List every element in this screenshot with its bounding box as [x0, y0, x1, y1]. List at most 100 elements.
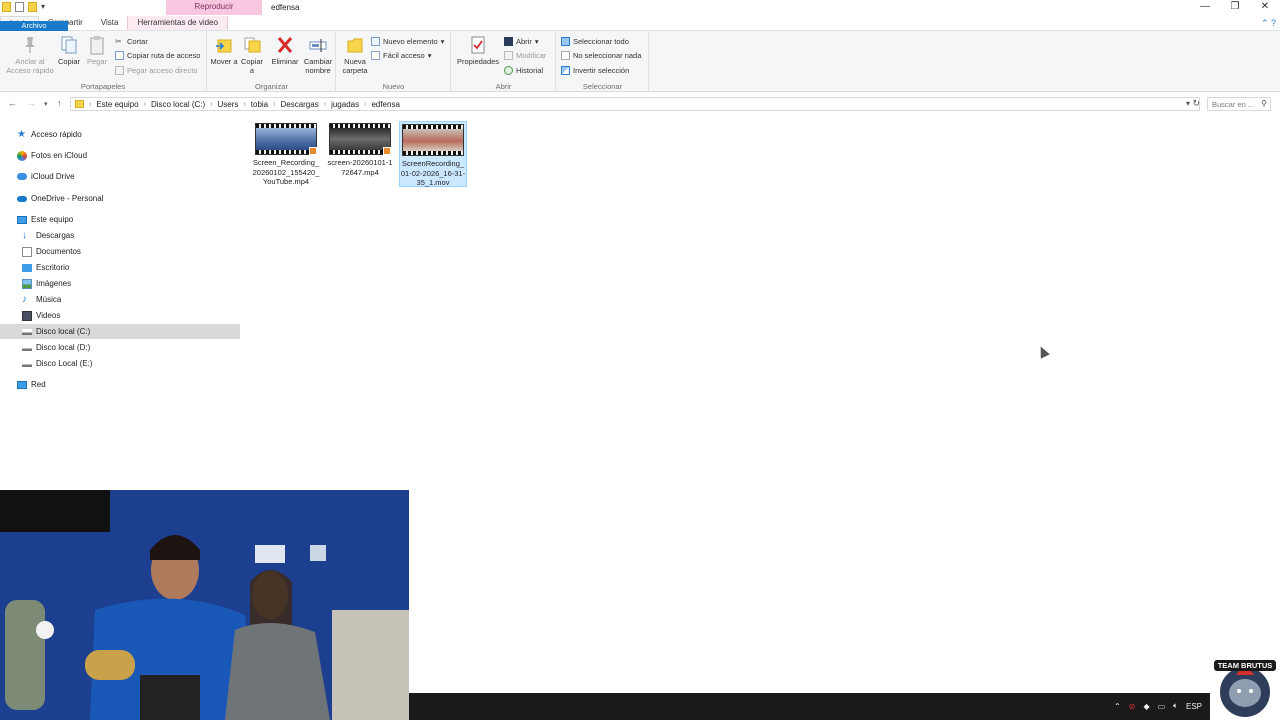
breadcrumb-separator[interactable]: › — [273, 101, 275, 108]
new-folder-qat-icon[interactable] — [28, 2, 37, 12]
scissors-icon: ✂ — [115, 37, 122, 46]
breadcrumb-item[interactable]: edfensa — [371, 100, 399, 109]
video-thumbnail — [255, 123, 317, 155]
pictures-icon — [22, 278, 32, 289]
close-button[interactable]: ✕ — [1250, 0, 1280, 15]
nav-item-escritorio[interactable]: Escritorio — [0, 260, 240, 275]
ribbon-tabs: Archivo Inicio Compartir Vista Herramien… — [0, 16, 1280, 87]
display-icon[interactable]: ▭ — [1158, 702, 1166, 711]
system-tray: ⌃ ⊘ ◆ ▭ 🔈︎ ESP — [1114, 701, 1202, 711]
search-icon: ⚲ — [1261, 99, 1267, 108]
quick-access-toolbar: ▾ — [2, 2, 49, 12]
file-item[interactable]: Screen_Recording_20260102_155420_YouTube… — [252, 121, 320, 187]
video-thumbnail — [402, 124, 464, 156]
breadcrumb-separator[interactable]: › — [364, 101, 366, 108]
open-dropdown[interactable]: Abrir ▾ — [504, 36, 539, 47]
edit-icon — [504, 51, 513, 60]
pin-quick-access-button[interactable]: Anclar al Acceso rápido — [4, 35, 56, 75]
breadcrumb-item[interactable]: Disco local (C:) — [151, 100, 205, 109]
breadcrumb-item[interactable]: jugadas — [331, 100, 359, 109]
ribbon: Anclar al Acceso rápido Copiar Pegar ✂ C… — [0, 31, 1280, 92]
nav-item-este-equipo[interactable]: Este equipo — [0, 212, 240, 227]
easy-access-dropdown[interactable]: Fácil acceso ▾ — [371, 50, 431, 61]
nav-item-musica[interactable]: ♪ Música — [0, 292, 240, 307]
help-icon[interactable]: ⌃ ? — [1261, 18, 1276, 29]
nav-item-videos[interactable]: Videos — [0, 308, 240, 323]
title-bar: ▾ Reproducir edfensa — ❐ ✕ — [0, 0, 1280, 16]
breadcrumb-item[interactable]: Descargas — [280, 100, 318, 109]
breadcrumb-separator[interactable]: › — [210, 101, 212, 108]
copy-to-button[interactable]: Copiar a — [238, 35, 266, 75]
volume-icon[interactable]: 🔈︎ — [1173, 701, 1178, 711]
network-icon[interactable]: ◆ — [1143, 702, 1149, 711]
select-all-button[interactable]: Seleccionar todo — [561, 36, 629, 47]
paste-button[interactable]: Pegar — [84, 35, 110, 67]
copy-button[interactable]: Copiar — [56, 35, 82, 67]
new-item-dropdown[interactable]: Nuevo elemento ▾ — [371, 36, 444, 47]
up-arrow-icon[interactable]: ↑ — [57, 98, 62, 108]
nav-item-imagenes[interactable]: Imágenes — [0, 276, 240, 291]
breadcrumb-item[interactable]: tobia — [251, 100, 268, 109]
paste-shortcut-button[interactable]: Pegar acceso directo — [115, 65, 197, 76]
file-item[interactable]: screen-20260101-172647.mp4 — [326, 121, 394, 187]
breadcrumb-separator[interactable]: › — [243, 101, 245, 108]
nav-item-descargas[interactable]: ↓ Descargas — [0, 228, 240, 243]
tab-vista[interactable]: Vista — [92, 16, 128, 30]
minimize-button[interactable]: — — [1190, 0, 1220, 15]
nav-item-acceso-rapido[interactable]: ★ Acceso rápido — [0, 127, 240, 142]
breadcrumb-separator[interactable]: › — [324, 101, 326, 108]
breadcrumb-separator[interactable]: › — [144, 101, 146, 108]
open-icon — [504, 37, 513, 46]
media-badge-icon — [383, 147, 391, 155]
rename-button[interactable]: Cambiar nombre — [301, 35, 335, 75]
mouse-cursor-icon — [1036, 344, 1050, 359]
tab-herramientas-video[interactable]: Herramientas de video — [127, 16, 228, 30]
easy-access-icon — [371, 51, 380, 60]
group-portapapeles: Anclar al Acceso rápido Copiar Pegar ✂ C… — [0, 31, 207, 92]
nav-item-disco-c[interactable]: Disco local (C:) — [0, 324, 240, 339]
history-button[interactable]: Historial — [504, 65, 543, 76]
breadcrumb-separator[interactable]: › — [89, 101, 91, 108]
new-folder-button[interactable]: Nueva carpeta — [339, 35, 371, 75]
refresh-icon[interactable]: ↻ — [1192, 98, 1200, 109]
search-input[interactable]: Buscar en ... ⚲ — [1207, 97, 1271, 111]
delete-button[interactable]: Eliminar — [270, 35, 300, 67]
address-history-chevron-icon[interactable]: ▾ — [1186, 99, 1190, 108]
breadcrumb-item[interactable]: Users — [218, 100, 239, 109]
copy-folder-icon — [244, 37, 261, 53]
invert-selection-button[interactable]: Invertir selección — [561, 65, 629, 76]
nav-item-disco-e[interactable]: Disco Local (E:) — [0, 356, 240, 371]
select-none-button[interactable]: No seleccionar nada — [561, 50, 641, 61]
group-label-nuevo: Nuevo — [382, 82, 405, 91]
security-icon[interactable]: ⊘ — [1129, 702, 1136, 711]
webcam-feed — [0, 490, 409, 720]
nav-item-disco-d[interactable]: Disco local (D:) — [0, 340, 240, 355]
nav-item-red[interactable]: Red — [0, 377, 240, 392]
show-hidden-icons-chevron-icon[interactable]: ⌃ — [1114, 702, 1121, 711]
recent-locations-chevron-icon[interactable]: ▾ — [44, 100, 48, 108]
forward-arrow-icon[interactable]: → — [27, 98, 36, 108]
properties-button[interactable]: Propiedades — [454, 35, 502, 67]
nav-item-icloud-drive[interactable]: iCloud Drive — [0, 169, 240, 184]
move-to-button[interactable]: Mover a — [210, 35, 238, 67]
language-indicator[interactable]: ESP — [1186, 702, 1202, 711]
back-arrow-icon[interactable]: ← — [8, 98, 17, 108]
cut-button[interactable]: ✂ Cortar — [115, 36, 148, 47]
pin-icon — [25, 37, 35, 53]
nav-item-onedrive[interactable]: OneDrive - Personal — [0, 191, 240, 206]
nav-item-documentos[interactable]: Documentos — [0, 244, 240, 259]
edit-button[interactable]: Modificar — [504, 50, 546, 61]
team-logo: TEAM BRUTUS — [1210, 655, 1280, 720]
restore-button[interactable]: ❐ — [1220, 0, 1250, 15]
logo-text: TEAM BRUTUS — [1217, 661, 1273, 670]
file-item-selected[interactable]: ScreenRecording_01-02-2026_16-31-35_1.mo… — [399, 121, 467, 187]
breadcrumb-item[interactable]: Este equipo — [96, 100, 138, 109]
breadcrumb[interactable]: › Este equipo › Disco local (C:) › Users… — [70, 97, 1200, 111]
copy-path-button[interactable]: Copiar ruta de acceso — [115, 50, 200, 61]
copy-icon — [61, 36, 77, 54]
customize-qat-chevron-icon[interactable]: ▾ — [41, 3, 49, 11]
nav-item-fotos-icloud[interactable]: Fotos en iCloud — [0, 148, 240, 163]
taskbar: ⌃ ⊘ ◆ ▭ 🔈︎ ESP — [409, 693, 1210, 720]
properties-qat-icon[interactable] — [15, 2, 24, 12]
select-none-icon — [561, 51, 570, 60]
